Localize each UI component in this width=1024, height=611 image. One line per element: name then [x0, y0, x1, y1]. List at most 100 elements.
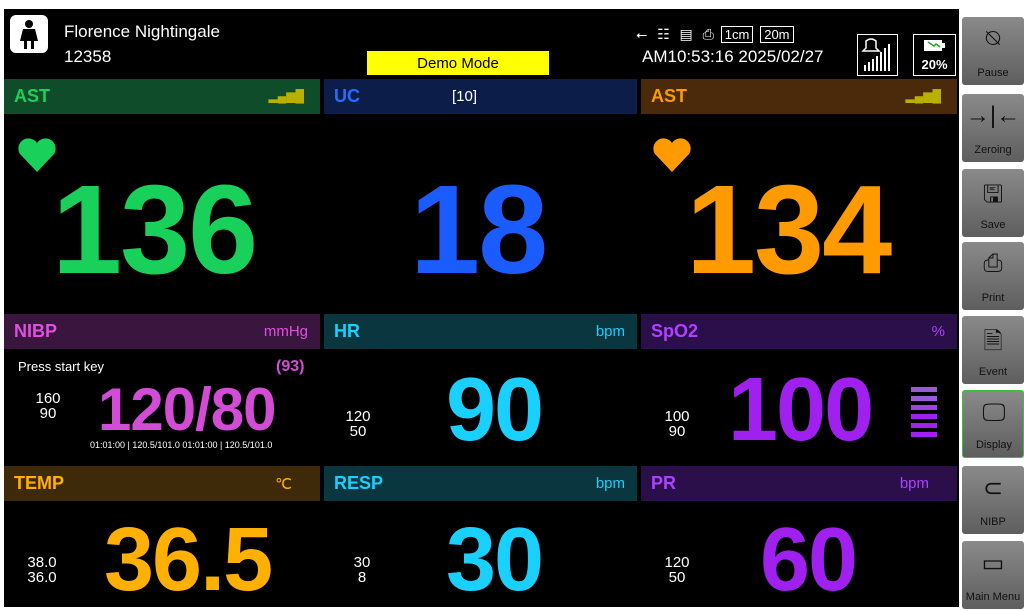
nibp-label: NIBP	[14, 321, 58, 341]
screen: Florence Nightingale 12358 Demo Mode ⭠ ☷…	[0, 0, 1024, 611]
nibp-button[interactable]: ⊂ NIBP	[962, 466, 1024, 534]
ast1-value: 136	[52, 159, 258, 300]
temp-label: TEMP	[14, 473, 65, 493]
hr-lim-lo: 50	[349, 423, 367, 440]
hr-value: 90	[446, 360, 544, 460]
nibp-status: Press start key	[18, 359, 104, 374]
pr-label: PR	[651, 473, 677, 493]
spo2-label: SpO2	[651, 321, 699, 341]
network-icon: ☷	[657, 26, 670, 42]
temp-lim-hi: 38.0	[27, 554, 57, 571]
nibp-history: 01:01:00 | 120.5/101.0 01:01:00 | 120.5/…	[90, 440, 273, 450]
print-icon: ⎙	[983, 250, 1003, 277]
uc-value: 18	[410, 159, 548, 300]
hr-header[interactable]: HR bpm	[324, 314, 637, 349]
usb-icon: ⭠	[636, 26, 648, 42]
hr-unit: bpm	[595, 323, 625, 340]
scale-20m: 20m	[760, 26, 794, 43]
nibp-header[interactable]: NIBP mmHg	[4, 314, 320, 349]
main-menu-label: Main Menu	[965, 591, 1021, 603]
nibp-cuff-icon: ⊂	[982, 475, 1004, 502]
nibp-lim-hi: 160	[35, 390, 61, 407]
monitor-display: Florence Nightingale 12358 Demo Mode ⭠ ☷…	[4, 9, 959, 607]
resp-header[interactable]: RESP bpm	[324, 466, 637, 501]
display-icon: 🖵	[982, 399, 1006, 426]
nibp-button-label: NIBP	[980, 516, 1006, 528]
spo2-limits: 100 90	[660, 409, 694, 439]
printer-icon: ⎙	[702, 26, 714, 42]
save-icon: 🖫	[982, 181, 1004, 208]
ast2-header[interactable]: AST ▂▄▆█	[641, 79, 957, 114]
spo2-value: 100	[728, 360, 874, 460]
pause-label: Pause	[977, 67, 1009, 79]
print-label: Print	[981, 292, 1005, 304]
battery-percent: 20%	[921, 57, 948, 72]
spo2-unit: %	[931, 323, 945, 340]
patient-id: 12358	[64, 47, 112, 66]
resp-limits: 30 8	[350, 555, 374, 585]
event-label: Event	[978, 366, 1008, 378]
spo2-perfusion-bar	[911, 387, 937, 437]
hr-label: HR	[334, 321, 360, 341]
resp-lim-hi: 30	[353, 554, 371, 571]
zeroing-button[interactable]: →|← Zeroing	[962, 94, 1024, 162]
event-icon: 🗎	[983, 328, 1003, 355]
spo2-lim-hi: 100	[664, 408, 690, 425]
main-menu-icon: ▭	[981, 550, 1005, 577]
pr-unit: bpm	[899, 475, 929, 492]
nibp-lim-lo: 90	[39, 405, 57, 422]
patient-name[interactable]: Florence Nightingale	[64, 22, 220, 42]
ast1-label: AST	[14, 86, 50, 106]
pr-limits: 120 50	[660, 555, 694, 585]
print-button[interactable]: ⎙ Print	[962, 242, 1024, 310]
pr-header[interactable]: PR bpm	[641, 466, 957, 501]
display-label: Display	[975, 439, 1013, 451]
zeroing-icon: →|←	[965, 102, 1021, 129]
alarm-pause-icon: ⍉	[985, 25, 1001, 52]
hr-lim-hi: 120	[345, 408, 371, 425]
temp-limits: 38.0 36.0	[22, 555, 62, 585]
resp-unit: bpm	[595, 475, 625, 492]
scale-1cm: 1cm	[720, 26, 754, 43]
uc-header[interactable]: UC [10]	[324, 79, 637, 114]
pr-lim-hi: 120	[664, 554, 690, 571]
demo-mode-badge: Demo Mode	[367, 51, 549, 75]
pause-button[interactable]: ⍉ Pause	[962, 17, 1024, 85]
ast1-header[interactable]: AST ▂▄▆█	[4, 79, 320, 114]
resp-label: RESP	[334, 473, 384, 493]
display-button[interactable]: 🖵 Display	[962, 390, 1024, 458]
datetime: AM10:53:16 2025/02/27	[642, 47, 824, 66]
spo2-lim-lo: 90	[668, 423, 686, 440]
event-button[interactable]: 🗎 Event	[962, 316, 1024, 384]
main-menu-button[interactable]: ▭ Main Menu	[962, 541, 1024, 609]
signal-bars-icon: ▂▄▆█	[905, 89, 941, 103]
patient-avatar-icon[interactable]	[10, 15, 48, 53]
alarm-volume-indicator[interactable]	[857, 34, 898, 76]
nibp-mean: (93)	[276, 358, 305, 375]
uc-label: UC	[334, 86, 360, 106]
temp-header[interactable]: TEMP ℃	[4, 466, 320, 501]
temp-unit: ℃	[275, 476, 292, 493]
temp-lim-lo: 36.0	[27, 569, 57, 586]
system-status-icons: ⭠ ☷ ▤ ⎙ 1cm 20m	[636, 26, 794, 43]
pr-lim-lo: 50	[668, 569, 686, 586]
zeroing-label: Zeroing	[974, 144, 1012, 156]
signal-bars-icon: ▂▄▆█	[268, 89, 304, 103]
battery-indicator: 20%	[913, 34, 956, 76]
hr-limits: 120 50	[342, 409, 374, 439]
bell-icon	[861, 38, 890, 71]
battery-icon	[924, 40, 945, 51]
save-button[interactable]: 🖫 Save	[962, 169, 1024, 237]
nibp-limits: 160 90	[28, 391, 68, 421]
ast2-label: AST	[651, 86, 687, 106]
ast2-value: 134	[686, 159, 892, 300]
temp-value: 36.5	[104, 510, 273, 607]
pr-value: 60	[760, 510, 858, 607]
storage-icon: ▤	[679, 26, 693, 42]
nibp-value: 120/80	[98, 376, 277, 443]
nibp-unit: mmHg	[263, 323, 308, 340]
uc-sub: [10]	[452, 88, 478, 105]
resp-value: 30	[446, 510, 544, 607]
save-label: Save	[980, 219, 1006, 231]
spo2-header[interactable]: SpO2 %	[641, 314, 957, 349]
